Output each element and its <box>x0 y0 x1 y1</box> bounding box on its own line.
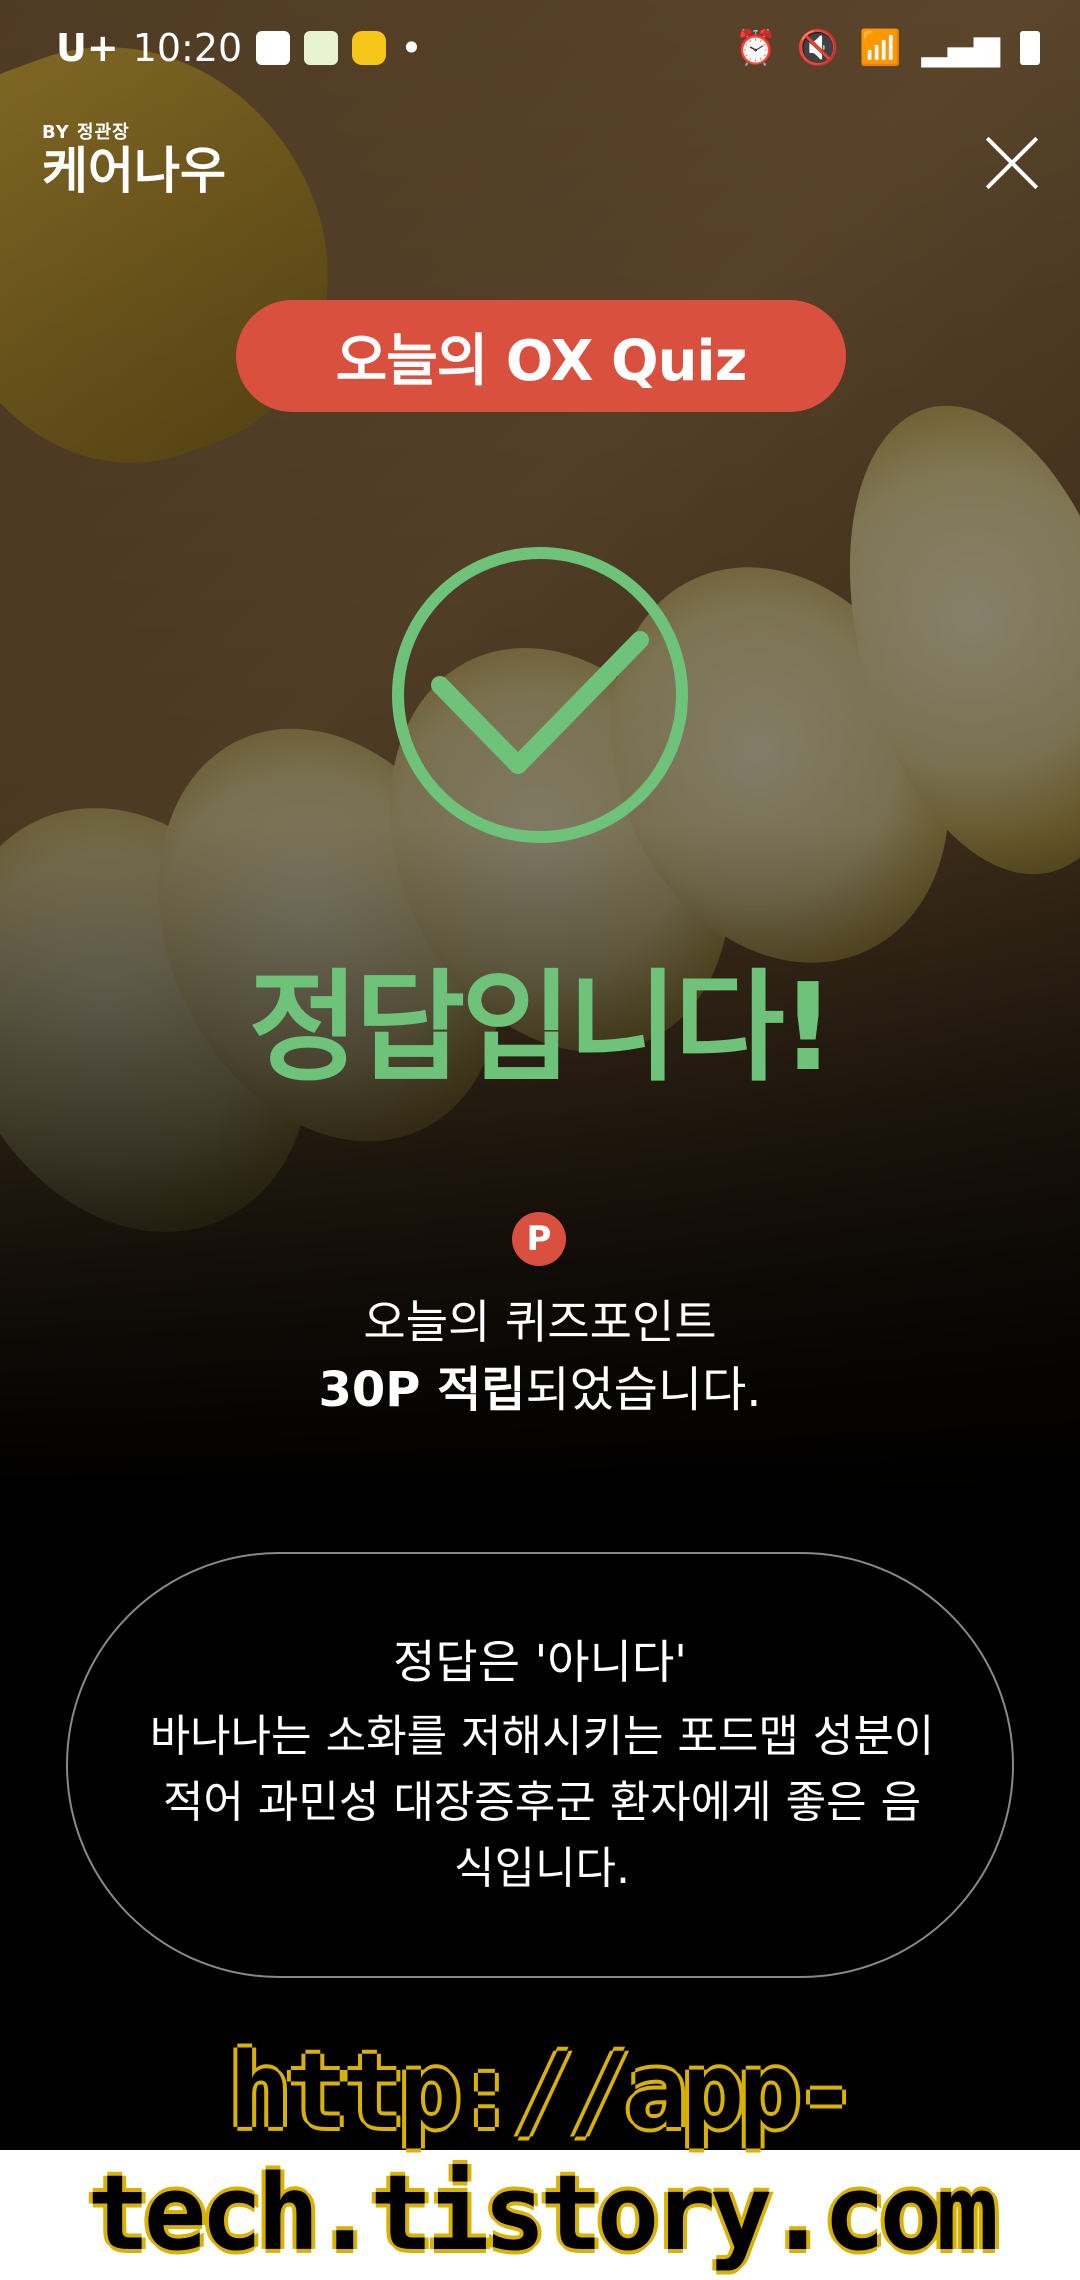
battery-icon <box>1020 31 1040 65</box>
watermark-text: http://app-tech.tistory.com <box>87 2030 999 2274</box>
alarm-icon: ⏰ <box>734 28 777 68</box>
logo-title: 케어나우 <box>42 142 226 200</box>
point-line-2: 30P 적립되었습니다. <box>0 1350 1080 1420</box>
mute-icon: 🔇 <box>796 28 840 68</box>
point-amount: 30P 적립 <box>318 1362 526 1418</box>
point-badge-icon: P <box>512 1212 566 1266</box>
point-suffix: 되었습니다. <box>525 1362 762 1418</box>
gallery-icon <box>256 31 291 65</box>
answer-title: 정답은 '아니다' <box>393 1635 687 1689</box>
more-notifications-dot: • <box>400 26 423 70</box>
logo-subtitle: BY 정관장 <box>42 122 130 143</box>
answer-explanation: 바나나는 소화를 저해시키는 포드맵 성분이 적어 과민성 대장증후군 환자에게… <box>149 1711 935 1894</box>
checkmark-icon <box>392 547 688 843</box>
signal-icon: ▂▄▆ <box>921 28 1000 68</box>
carrier-label: U+ <box>56 26 119 70</box>
answer-card: 정답은 '아니다' 바나나는 소화를 저해시키는 포드맵 성분이 적어 과민성 … <box>66 1552 1014 1978</box>
app-notification-icon <box>304 31 339 65</box>
quiz-title-pill: 오늘의 OX Quiz <box>236 300 846 412</box>
close-button[interactable] <box>982 132 1042 192</box>
quiz-title: 오늘의 OX Quiz <box>335 328 748 394</box>
status-bar: U+ 10:20 • ⏰ 🔇 📶 ▂▄▆ <box>0 0 1080 90</box>
point-line-1: 오늘의 퀴즈포인트 <box>363 1295 717 1349</box>
result-heading: 정답입니다! <box>248 959 836 1098</box>
clock: 10:20 <box>132 26 243 70</box>
app-logo: BY 정관장 케어나우 <box>42 118 226 198</box>
wifi-icon: 📶 <box>859 28 902 68</box>
kakao-icon <box>352 31 387 65</box>
watermark-banner: http://app-tech.tistory.com <box>0 2030 1080 2280</box>
